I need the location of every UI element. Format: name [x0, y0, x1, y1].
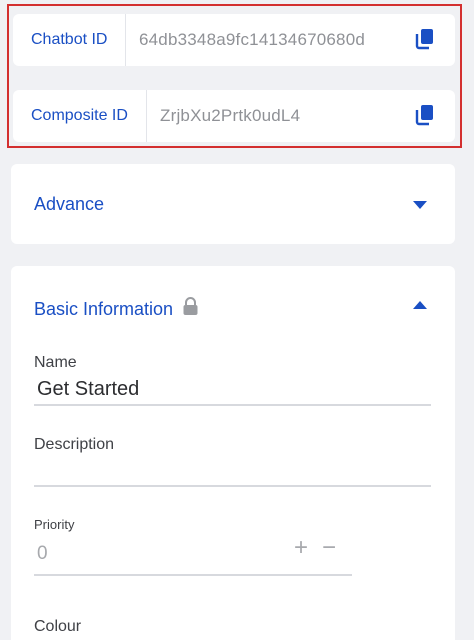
chatbot-id-label: Chatbot ID [13, 14, 126, 66]
decrement-button[interactable]: − [322, 536, 336, 560]
chevron-down-icon[interactable] [413, 201, 427, 209]
basic-information-section: Basic Information Name Get Started Descr… [11, 266, 455, 640]
advance-title: Advance [34, 194, 105, 214]
chatbot-settings-panel: Chatbot ID 64db3348a9fc14134670680d Comp… [0, 0, 474, 640]
priority-input[interactable]: 0 [37, 543, 48, 565]
copy-composite-id-button[interactable] [413, 103, 439, 129]
composite-id-label: Composite ID [13, 90, 147, 142]
basic-information-header[interactable]: Basic Information [34, 297, 199, 321]
copy-icon [415, 105, 433, 126]
composite-id-row: Composite ID ZrjbXu2Prtk0udL4 [13, 90, 455, 142]
copy-icon [415, 29, 433, 50]
name-label: Name [34, 354, 77, 371]
chatbot-id-value: 64db3348a9fc14134670680d [139, 30, 366, 49]
copy-chatbot-id-button[interactable] [413, 27, 439, 53]
colour-label: Colour [34, 618, 82, 635]
name-input[interactable]: Get Started [37, 378, 139, 401]
priority-label: Priority [34, 517, 75, 532]
priority-stepper: + − [294, 536, 336, 560]
name-underline [34, 404, 431, 406]
description-underline [34, 485, 431, 487]
increment-button[interactable]: + [294, 536, 308, 560]
chevron-up-icon[interactable] [413, 301, 427, 309]
priority-underline [34, 574, 352, 576]
chatbot-id-row: Chatbot ID 64db3348a9fc14134670680d [13, 14, 455, 66]
advance-section-header[interactable]: Advance [11, 164, 455, 244]
lock-icon [182, 297, 199, 321]
id-highlight-group: Chatbot ID 64db3348a9fc14134670680d Comp… [7, 4, 462, 148]
composite-id-value: ZrjbXu2Prtk0udL4 [160, 106, 301, 125]
description-label: Description [34, 436, 115, 453]
basic-information-title: Basic Information [34, 298, 174, 319]
